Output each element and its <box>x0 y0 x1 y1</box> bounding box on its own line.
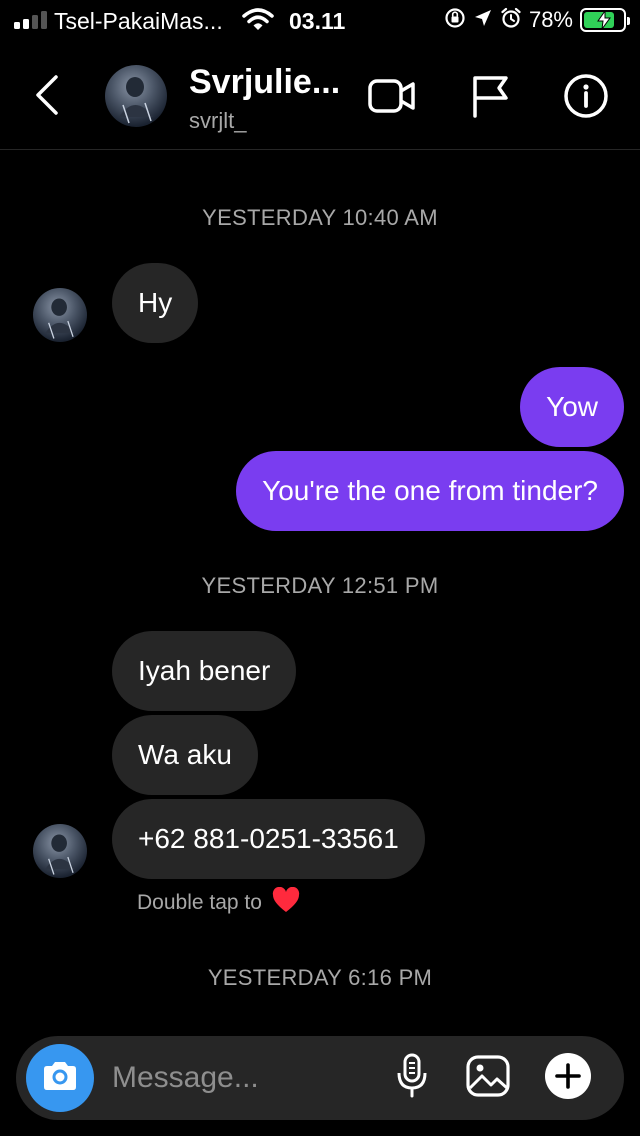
avatar[interactable] <box>105 65 167 127</box>
double-tap-like-hint: Double tap to <box>137 886 300 919</box>
back-icon <box>34 74 60 120</box>
message-input[interactable] <box>112 1054 372 1102</box>
chat-header: Svrjulie... svrjlt_ <box>0 50 640 150</box>
camera-icon <box>41 1060 79 1097</box>
wifi-icon <box>242 8 274 37</box>
video-call-button[interactable] <box>366 72 418 124</box>
status-bar: Tsel-PakaiMas... 03.11 78% <box>0 0 640 40</box>
microphone-icon <box>395 1053 429 1104</box>
message-bubble-received[interactable]: Iyah bener <box>112 631 297 711</box>
contact-name[interactable]: Svrjulie... <box>189 63 340 102</box>
timestamp-divider: YESTERDAY 12:51 PM <box>201 573 439 598</box>
message-bubble-received[interactable]: Wa aku <box>112 715 258 795</box>
contact-username: svrjlt_ <box>189 108 247 133</box>
back-button[interactable] <box>22 72 72 122</box>
info-button[interactable] <box>560 72 612 124</box>
add-icon <box>544 1052 592 1105</box>
voice-message-button[interactable] <box>384 1050 440 1106</box>
gallery-button[interactable] <box>460 1050 516 1106</box>
info-icon <box>563 73 609 124</box>
report-flag-icon <box>469 74 511 123</box>
timestamp-divider: YESTERDAY 6:16 PM <box>207 965 433 990</box>
battery-charging-icon <box>580 8 630 32</box>
status-time: 03.11 <box>289 8 346 34</box>
video-call-icon <box>367 76 417 121</box>
sender-avatar[interactable] <box>33 824 87 878</box>
message-bubble-sent[interactable]: You're the one from tinder? <box>236 451 624 531</box>
battery-percent: 78% <box>528 7 573 32</box>
heart-icon <box>272 886 300 919</box>
alarm-icon <box>500 7 522 34</box>
timestamp-divider: YESTERDAY 10:40 AM <box>202 205 438 230</box>
more-options-button[interactable] <box>540 1050 596 1106</box>
like-hint-text: Double tap to <box>137 891 262 914</box>
message-bubble-received[interactable]: Hy <box>112 263 199 343</box>
location-icon <box>473 8 493 33</box>
signal-icon <box>14 11 48 29</box>
report-button[interactable] <box>464 72 516 124</box>
carrier-name: Tsel-PakaiMas... <box>54 8 223 34</box>
camera-button[interactable] <box>26 1044 94 1112</box>
gallery-icon <box>465 1054 511 1103</box>
rotation-lock-icon <box>444 7 466 34</box>
message-bubble-received[interactable]: +62 881-0251-33561 <box>112 799 425 879</box>
message-composer <box>16 1036 624 1120</box>
sender-avatar[interactable] <box>33 288 87 342</box>
message-bubble-sent[interactable]: Yow <box>520 367 624 447</box>
